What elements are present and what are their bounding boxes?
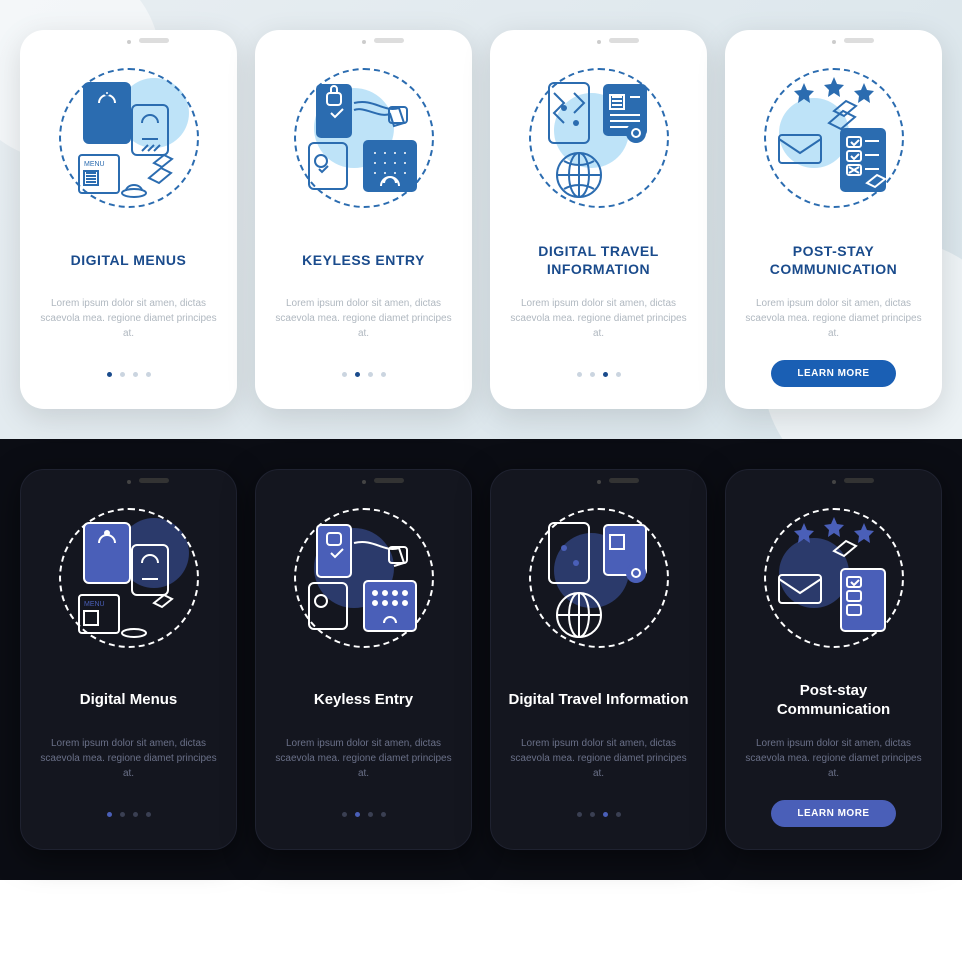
page-indicator[interactable] [107, 804, 151, 824]
onboarding-card-post-stay: POST-STAY COMMUNICATION Lorem ipsum dolo… [725, 30, 942, 409]
onboarding-card-digital-menus: MENU DIGITAL MENUS Lorem ipsum dolor sit… [20, 30, 237, 409]
card-title: DIGITAL TRAVEL INFORMATION [506, 238, 691, 282]
onboarding-card-keyless-entry: KEYLESS ENTRY Lorem ipsum dolor sit amen… [255, 30, 472, 409]
svg-text:MENU: MENU [84, 601, 105, 608]
keyless-entry-icon [284, 58, 444, 218]
card-title: Post-stay Communication [742, 678, 925, 722]
card-title: POST-STAY COMMUNICATION [741, 238, 926, 282]
digital-menus-icon: MENU [49, 58, 209, 218]
onboarding-card-travel-info: Digital Travel Information Lorem ipsum d… [490, 469, 707, 850]
card-description: Lorem ipsum dolor sit amen, dictas scaev… [271, 296, 456, 346]
dark-section: MENU Digital Menus Lorem ipsum dolor sit… [0, 439, 962, 880]
post-stay-icon [754, 498, 914, 658]
onboarding-card-digital-menus: MENU Digital Menus Lorem ipsum dolor sit… [20, 469, 237, 850]
card-description: Lorem ipsum dolor sit amen, dictas scaev… [272, 736, 455, 786]
card-description: Lorem ipsum dolor sit amen, dictas scaev… [507, 736, 690, 786]
page-indicator[interactable] [577, 804, 621, 824]
card-description: Lorem ipsum dolor sit amen, dictas scaev… [506, 296, 691, 346]
post-stay-icon [754, 58, 914, 218]
light-section: MENU DIGITAL MENUS Lorem ipsum dolor sit… [0, 0, 962, 439]
card-title: Digital Menus [80, 678, 178, 722]
learn-more-button[interactable]: LEARN MORE [771, 360, 895, 387]
card-title: DIGITAL MENUS [71, 238, 187, 282]
card-description: Lorem ipsum dolor sit amen, dictas scaev… [37, 736, 220, 786]
card-title: Keyless Entry [314, 678, 413, 722]
card-title: Digital Travel Information [508, 678, 688, 722]
page-indicator[interactable] [342, 364, 386, 384]
onboarding-card-keyless-entry: Keyless Entry Lorem ipsum dolor sit amen… [255, 469, 472, 850]
keyless-entry-icon [284, 498, 444, 658]
learn-more-button[interactable]: LEARN MORE [771, 800, 895, 827]
card-description: Lorem ipsum dolor sit amen, dictas scaev… [742, 736, 925, 786]
svg-text:MENU: MENU [84, 161, 105, 168]
card-description: Lorem ipsum dolor sit amen, dictas scaev… [741, 296, 926, 346]
digital-menus-icon: MENU [49, 498, 209, 658]
page-indicator[interactable] [342, 804, 386, 824]
onboarding-card-travel-info: DIGITAL TRAVEL INFORMATION Lorem ipsum d… [490, 30, 707, 409]
page-indicator[interactable] [107, 364, 151, 384]
card-description: Lorem ipsum dolor sit amen, dictas scaev… [36, 296, 221, 346]
onboarding-card-post-stay: Post-stay Communication Lorem ipsum dolo… [725, 469, 942, 850]
card-title: KEYLESS ENTRY [302, 238, 425, 282]
travel-info-icon [519, 498, 679, 658]
travel-info-icon [519, 58, 679, 218]
page-indicator[interactable] [577, 364, 621, 384]
